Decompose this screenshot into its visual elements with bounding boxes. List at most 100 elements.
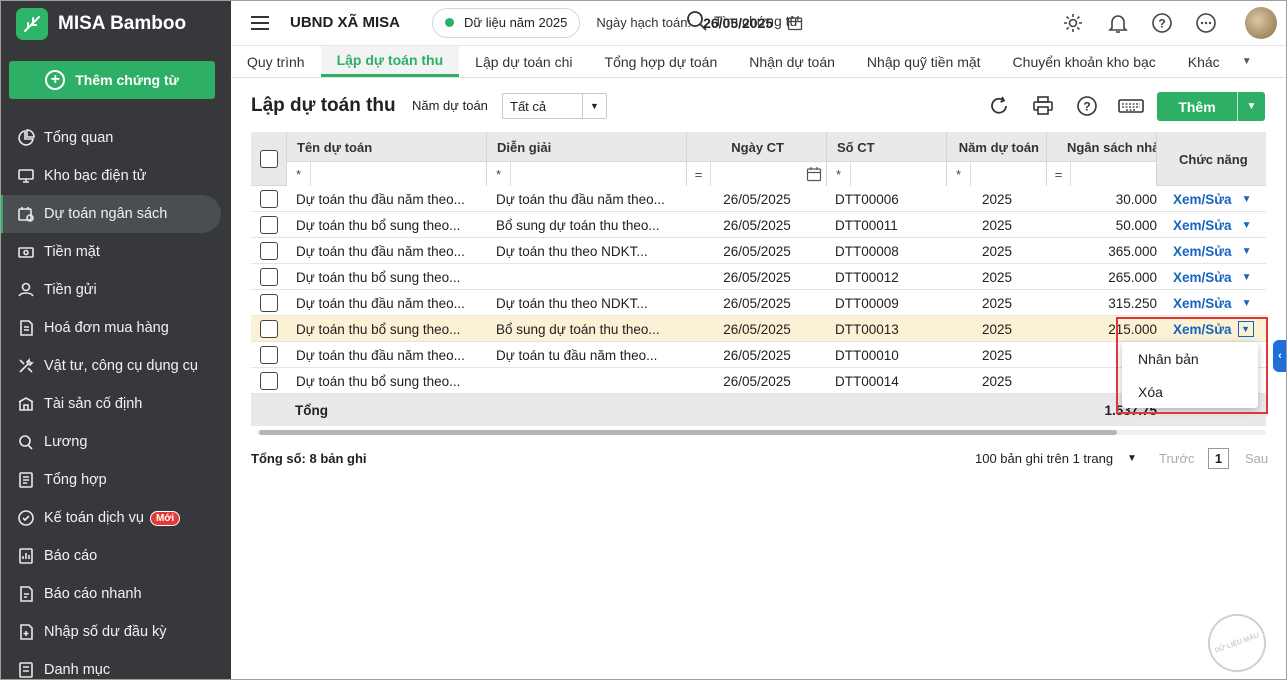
table-row[interactable]: Dự toán thu đầu năm theo... Dự toán thu t… — [251, 290, 1266, 316]
col-year-filter[interactable]: * — [947, 161, 1046, 186]
help-icon[interactable]: ? — [1151, 12, 1173, 34]
chevron-down-icon[interactable]: ▼ — [1127, 453, 1137, 464]
scrollbar-thumb[interactable] — [259, 430, 1117, 435]
sidebar-item-report[interactable]: Báo cáo — [0, 537, 231, 575]
col-number-filter[interactable]: * — [827, 161, 946, 186]
row-checkbox[interactable] — [260, 216, 278, 234]
filter-op[interactable]: * — [827, 162, 851, 186]
chevron-left-icon[interactable]: ‹ — [1273, 340, 1287, 372]
table-row[interactable]: Dự toán thu bổ sung theo... Bổ sung dự to… — [251, 316, 1266, 342]
sidebar-item-budget[interactable]: Dự toán ngân sách — [0, 195, 221, 233]
tab-treasury-transfer[interactable]: Chuyển khoản kho bạc — [997, 46, 1172, 77]
row-checkbox[interactable] — [260, 190, 278, 208]
add-voucher-button[interactable]: + Thêm chứng từ — [9, 61, 215, 99]
chevron-down-icon[interactable]: ▼ — [1242, 298, 1252, 309]
col-number[interactable]: Số CT * — [827, 132, 947, 186]
col-amount-filter[interactable]: = — [1047, 161, 1156, 186]
col-desc[interactable]: Diễn giải * — [487, 132, 687, 186]
row-checkbox[interactable] — [260, 242, 278, 260]
table-row[interactable]: Dự toán thu bổ sung theo... Bổ sung dự to… — [251, 212, 1266, 238]
select-all-checkbox[interactable] — [260, 150, 278, 168]
invoice-icon — [16, 318, 36, 338]
tab-other-label: Khác — [1187, 53, 1220, 70]
tab-receive-budget[interactable]: Nhận dự toán — [733, 46, 851, 77]
tab-process[interactable]: Quy trình — [231, 46, 321, 77]
sidebar-item-opening-balance[interactable]: Nhập số dư đầu kỳ — [0, 613, 231, 651]
table-row[interactable]: Dự toán thu bổ sung theo... 26/05/2025 DTT… — [251, 264, 1266, 290]
tab-budget-summary[interactable]: Tổng hợp dự toán — [589, 46, 734, 77]
chevron-down-icon[interactable]: ▼ — [1242, 246, 1252, 257]
cell-date: 26/05/2025 — [723, 243, 791, 259]
data-year-selector[interactable]: Dữ liệu năm 2025 — [432, 7, 581, 38]
sidebar-item-overview[interactable]: Tổng quan — [0, 119, 231, 157]
row-checkbox[interactable] — [260, 346, 278, 364]
sidebar-item-catalog[interactable]: Danh mục — [0, 651, 231, 680]
filter-op[interactable]: = — [1047, 162, 1071, 186]
col-name-filter[interactable]: * — [287, 161, 486, 186]
filter-op[interactable]: * — [287, 162, 311, 186]
sidebar-item-invoice[interactable]: Hoá đơn mua hàng — [0, 309, 231, 347]
sidebar-item-tools[interactable]: Vật tư, công cụ dụng cụ — [0, 347, 231, 385]
year-filter-select[interactable]: Tất cả ▼ — [502, 93, 607, 119]
view-edit-link[interactable]: Xem/Sửa — [1173, 244, 1232, 259]
cell-year: 2025 — [981, 347, 1013, 363]
filter-op[interactable]: * — [487, 162, 511, 186]
row-checkbox[interactable] — [260, 372, 278, 390]
row-checkbox[interactable] — [260, 268, 278, 286]
filter-op[interactable]: * — [947, 162, 971, 186]
keyboard-icon[interactable] — [1118, 95, 1144, 117]
table-row[interactable]: Dự toán thu đầu năm theo... Dự toán thu đ… — [251, 186, 1266, 212]
table-row[interactable]: Dự toán thu đầu năm theo... Dự toán thu t… — [251, 238, 1266, 264]
sidebar-item-deposit[interactable]: Tiền gửi — [0, 271, 231, 309]
col-year[interactable]: Năm dự toán * — [947, 132, 1047, 186]
calendar-icon[interactable] — [806, 166, 822, 182]
brand[interactable]: MISA Bamboo — [16, 8, 186, 40]
view-edit-link[interactable]: Xem/Sửa — [1173, 270, 1232, 285]
add-button[interactable]: Thêm ▼ — [1157, 92, 1265, 121]
col-date[interactable]: Ngày CT = — [687, 132, 827, 186]
tab-cash-receipt[interactable]: Nhập quỹ tiền mặt — [851, 46, 997, 77]
pager-next[interactable]: Sau — [1245, 451, 1268, 466]
print-icon[interactable] — [1032, 95, 1054, 117]
more-options-icon[interactable] — [1195, 12, 1217, 34]
tab-revenue-budget[interactable]: Lập dự toán thu — [320, 46, 460, 77]
sidebar: MISA Bamboo + Thêm chứng từ Tổng quan Kh… — [0, 0, 231, 680]
col-name[interactable]: Tên dự toán * — [287, 132, 487, 186]
pager-current-page[interactable]: 1 — [1208, 448, 1229, 469]
row-checkbox[interactable] — [260, 320, 278, 338]
tab-other[interactable]: Khác ▼ — [1172, 46, 1268, 77]
refresh-icon[interactable] — [988, 95, 1010, 117]
sidebar-item-quick-report[interactable]: Báo cáo nhanh — [0, 575, 231, 613]
horizontal-scrollbar[interactable] — [251, 428, 1266, 436]
sidebar-item-salary[interactable]: Lương — [0, 423, 231, 461]
avatar[interactable] — [1245, 7, 1277, 39]
sidebar-item-label: Hoá đơn mua hàng — [44, 320, 169, 336]
col-desc-filter[interactable]: * — [487, 161, 686, 186]
sidebar-item-cash[interactable]: Tiền mặt — [0, 233, 231, 271]
gear-icon[interactable] — [1062, 12, 1084, 34]
chevron-down-icon[interactable]: ▼ — [1242, 194, 1252, 205]
help-icon[interactable]: ? — [1076, 95, 1098, 117]
view-edit-link[interactable]: Xem/Sửa — [1173, 192, 1232, 207]
col-date-filter[interactable]: = — [687, 161, 826, 186]
sidebar-item-service-accounting[interactable]: Kế toán dịch vụ Mới — [0, 499, 231, 537]
table-row[interactable]: Dự toán thu bổ sung theo... 26/05/2025 DTT… — [251, 368, 1266, 394]
chevron-down-icon[interactable]: ▼ — [1242, 272, 1252, 283]
view-edit-link[interactable]: Xem/Sửa — [1173, 218, 1232, 233]
sidebar-item-summary[interactable]: Tổng hợp — [0, 461, 231, 499]
page-size-select[interactable]: 100 bản ghi trên 1 trang — [975, 451, 1113, 466]
search-voucher[interactable]: Tìm chứng từ — [686, 10, 799, 32]
view-edit-link[interactable]: Xem/Sửa — [1173, 296, 1232, 311]
chevron-down-icon[interactable]: ▼ — [1242, 220, 1252, 231]
pager-prev[interactable]: Trước — [1159, 451, 1195, 466]
hamburger-menu-icon[interactable] — [251, 15, 269, 30]
tab-expense-budget[interactable]: Lập dự toán chi — [459, 46, 588, 77]
chevron-down-icon[interactable]: ▼ — [1238, 101, 1265, 112]
table-row[interactable]: Dự toán thu đầu năm theo... Dự toán tu đầ… — [251, 342, 1266, 368]
col-amount[interactable]: Ngân sách nhà = — [1047, 132, 1157, 186]
sidebar-item-treasury[interactable]: Kho bạc điện tử — [0, 157, 231, 195]
sidebar-item-fixed-assets[interactable]: Tài sản cố định — [0, 385, 231, 423]
filter-op[interactable]: = — [687, 162, 711, 186]
row-checkbox[interactable] — [260, 294, 278, 312]
bell-icon[interactable] — [1107, 12, 1129, 34]
